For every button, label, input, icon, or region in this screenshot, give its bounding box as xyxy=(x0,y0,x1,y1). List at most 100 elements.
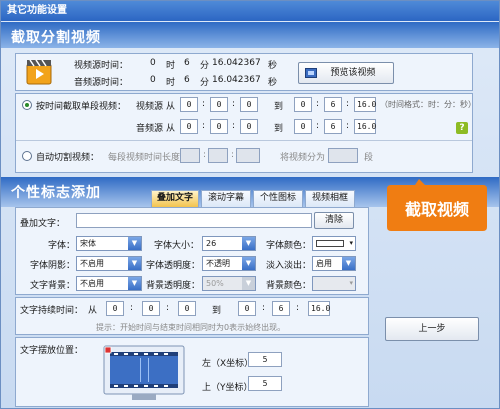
x-coordinate-input[interactable]: 5 xyxy=(248,352,282,367)
bg-color-picker[interactable]: ▾ xyxy=(312,276,356,291)
shadow-label: 字体阴影： xyxy=(30,261,76,271)
audio-from-hour-input[interactable]: 0 xyxy=(180,119,198,134)
audio-to-sec-input[interactable]: 16.0 xyxy=(354,119,376,134)
section-title-clip: 截取分割视频 xyxy=(11,30,101,46)
dur-to-min-input[interactable]: 6 xyxy=(272,301,290,316)
source-info-panel: 视频源时间： 0 时 6 分 16.042367 秒 音频源时间： 0 时 6 … xyxy=(15,53,473,91)
dur-to-hour-input[interactable]: 0 xyxy=(238,301,256,316)
mode-time-radio[interactable] xyxy=(22,100,32,110)
to-label: 到 xyxy=(274,102,284,112)
tab-video-frame[interactable]: 视频相框 xyxy=(305,190,355,207)
unit-min: 分 xyxy=(200,78,210,88)
video-clip-icon xyxy=(26,58,52,86)
font-alpha-select[interactable]: 不透明 ▼ xyxy=(202,256,256,271)
unit-hour: 时 xyxy=(166,78,176,88)
audio-source-label: 音频源 xyxy=(136,124,164,134)
preview-video-button[interactable]: 预览该视频 xyxy=(298,62,394,84)
font-color-picker[interactable]: ▾ xyxy=(312,236,356,251)
seg-hour-input[interactable] xyxy=(180,148,200,163)
callout-text: 截取视频 xyxy=(404,200,469,219)
video-source-label: 视频源 xyxy=(136,102,164,112)
to-label: 到 xyxy=(212,306,222,316)
video-hours: 0 xyxy=(150,58,156,68)
previous-step-button[interactable]: 上一步 xyxy=(385,317,479,341)
audio-from-min-input[interactable]: 0 xyxy=(210,119,228,134)
font-select[interactable]: 宋体 ▼ xyxy=(76,236,142,251)
window-title: 其它功能设置 xyxy=(1,1,499,21)
bg-label: 文字背景： xyxy=(30,281,76,291)
from-label: 从 xyxy=(166,102,176,112)
dur-from-hour-input[interactable]: 0 xyxy=(106,301,124,316)
dur-from-min-input[interactable]: 0 xyxy=(142,301,160,316)
tab-overlay-text[interactable]: 叠加文字 xyxy=(151,190,199,207)
video-to-min-input[interactable]: 6 xyxy=(324,97,342,112)
split-into-label: 将视频分为 xyxy=(280,153,326,163)
dur-from-sec-input[interactable]: 0 xyxy=(178,301,196,316)
audio-hours: 0 xyxy=(150,75,156,85)
video-seconds: 16.042367 xyxy=(212,58,261,68)
font-alpha-label: 字体透明度： xyxy=(146,261,201,271)
fade-select[interactable]: 启用 ▼ xyxy=(312,256,356,271)
mode-time-label: 按时间截取单段视频： xyxy=(36,102,127,112)
duration-label: 文字持续时间： xyxy=(20,306,84,316)
font-size-value: 26 xyxy=(206,239,217,248)
help-icon[interactable]: ? xyxy=(456,122,468,134)
unit-sec: 秒 xyxy=(268,78,278,88)
mode-auto-label: 自动切割视频： xyxy=(36,153,100,163)
font-size-select[interactable]: 26 ▼ xyxy=(202,236,256,251)
shadow-select[interactable]: 不启用 ▼ xyxy=(76,256,142,271)
time-format-hint: （时间格式：时：分：秒） xyxy=(380,100,476,109)
seg-min-input[interactable] xyxy=(208,148,228,163)
chevron-down-icon: ▼ xyxy=(128,237,141,250)
text-style-panel: 叠加文字： 清除 字体： 宋体 ▼ 字体大小： 26 ▼ 字体颜色： ▾ 字体阴影：… xyxy=(15,207,369,295)
video-to-sec-input[interactable]: 16.0 xyxy=(354,97,376,112)
color-swatch xyxy=(316,240,344,247)
bg-select[interactable]: 不启用 ▼ xyxy=(76,276,142,291)
audio-to-hour-input[interactable]: 0 xyxy=(294,119,312,134)
bg-alpha-select[interactable]: 50% ▼ xyxy=(202,276,256,291)
bg-alpha-label: 背景透明度： xyxy=(146,281,201,291)
font-alpha-value: 不透明 xyxy=(206,259,230,268)
position-preview-icon[interactable] xyxy=(102,344,186,402)
tab-custom-icon[interactable]: 个性图标 xyxy=(253,190,303,207)
duration-hint: 提示：开始时间与结束时间相同时为0表示始终出现。 xyxy=(96,323,286,332)
chevron-down-icon: ▾ xyxy=(349,279,353,287)
video-from-sec-input[interactable]: 0 xyxy=(240,97,258,112)
bg-value: 不启用 xyxy=(80,279,104,288)
preview-video-label: 预览该视频 xyxy=(330,68,376,78)
audio-from-sec-input[interactable]: 0 xyxy=(240,119,258,134)
seg-sec-input[interactable] xyxy=(236,148,260,163)
font-size-label: 字体大小： xyxy=(154,241,200,251)
video-minutes: 6 xyxy=(184,58,190,68)
overlay-text-input[interactable] xyxy=(76,213,312,228)
from-label: 从 xyxy=(166,124,176,134)
clear-button[interactable]: 清除 xyxy=(314,212,354,229)
x-coordinate-label: 左（X坐标） xyxy=(202,359,254,369)
chevron-down-icon: ▼ xyxy=(342,257,355,270)
bg-color-label: 背景颜色： xyxy=(266,281,312,291)
clip-mode-panel: 按时间截取单段视频： 视频源 从 0 : 0 : 0 到 0 : 6 : 16.… xyxy=(15,93,476,173)
fade-label: 淡入淡出： xyxy=(266,261,312,271)
segment-count-input[interactable] xyxy=(328,148,358,163)
unit-hour: 时 xyxy=(166,61,176,71)
chevron-down-icon: ▼ xyxy=(128,257,141,270)
video-from-min-input[interactable]: 0 xyxy=(210,97,228,112)
to-label: 到 xyxy=(274,124,284,134)
audio-seconds: 16.042367 xyxy=(212,75,261,85)
mode-auto-radio[interactable] xyxy=(22,151,32,161)
fade-value: 启用 xyxy=(316,259,332,268)
font-value: 宋体 xyxy=(80,239,96,248)
y-coordinate-input[interactable]: 5 xyxy=(248,376,282,391)
dur-to-sec-input[interactable]: 16.0 xyxy=(308,301,330,316)
chevron-down-icon: ▼ xyxy=(242,277,255,290)
font-label: 字体： xyxy=(48,241,76,251)
chevron-down-icon: ▼ xyxy=(242,237,255,250)
chevron-down-icon: ▼ xyxy=(128,277,141,290)
video-to-hour-input[interactable]: 0 xyxy=(294,97,312,112)
video-from-hour-input[interactable]: 0 xyxy=(180,97,198,112)
audio-to-min-input[interactable]: 6 xyxy=(324,119,342,134)
unit-min: 分 xyxy=(200,61,210,71)
position-panel: 文字摆放位置： 左（X坐标） 5 上（Y坐标） 5 xyxy=(15,337,369,407)
tab-scroll-subtitle[interactable]: 滚动字幕 xyxy=(201,190,251,207)
video-source-time-label: 视频源时间： xyxy=(74,61,129,71)
